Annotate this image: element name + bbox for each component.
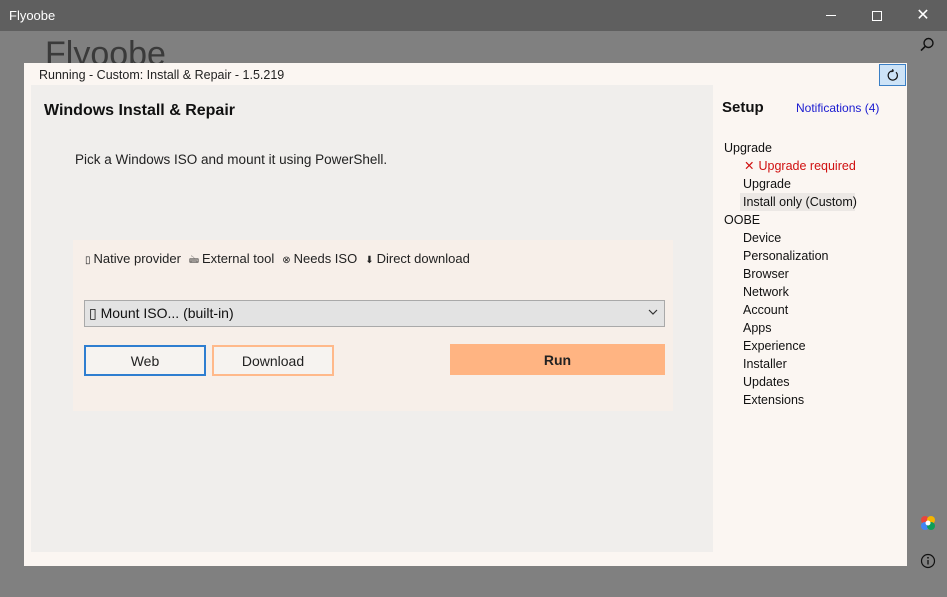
- status-text: Running - Custom: Install & Repair - 1.5…: [39, 68, 285, 82]
- window-title: Flyoobe: [9, 8, 56, 23]
- web-button[interactable]: Web: [84, 345, 206, 376]
- sidebar-item-extensions[interactable]: Extensions: [722, 391, 902, 409]
- native-provider-icon: ▯: [85, 255, 91, 266]
- notifications-link[interactable]: Notifications (4): [796, 101, 879, 115]
- close-button[interactable]: ✕: [900, 0, 946, 31]
- minimize-button[interactable]: [808, 0, 854, 31]
- close-icon: ✕: [916, 6, 930, 24]
- background-app-title: Flyoobe: [45, 35, 166, 63]
- run-button[interactable]: Run: [450, 344, 665, 375]
- legend-native: ▯ Native provider: [85, 251, 181, 266]
- sidebar-nav: Upgrade ✕ Upgrade required Upgrade Instal…: [722, 139, 902, 409]
- sidebar-group-upgrade[interactable]: Upgrade: [722, 139, 902, 157]
- sidebar-group-oobe[interactable]: OOBE: [722, 211, 902, 229]
- main-panel: Windows Install & Repair Pick a Windows …: [31, 85, 713, 552]
- legend-iso: ⊗ Needs ISO: [282, 251, 358, 266]
- palette-icon[interactable]: [919, 514, 937, 532]
- search-icon[interactable]: [918, 36, 936, 54]
- sidebar-title: Setup: [722, 99, 764, 116]
- refresh-button[interactable]: [879, 64, 906, 86]
- setup-dialog: Running - Custom: Install & Repair - 1.5…: [24, 63, 907, 566]
- sidebar-item-upgrade-required[interactable]: ✕ Upgrade required: [722, 157, 902, 175]
- tool-select[interactable]: ▯ Mount ISO... (built-in): [84, 300, 665, 327]
- sidebar-item-personalization[interactable]: Personalization: [722, 247, 902, 265]
- chevron-down-icon: [648, 309, 658, 315]
- sidebar-item-updates[interactable]: Updates: [722, 373, 902, 391]
- legend-external: 🖮 External tool: [188, 251, 275, 266]
- page-description: Pick a Windows ISO and mount it using Po…: [75, 152, 388, 167]
- sidebar-item-install-only[interactable]: Install only (Custom): [740, 193, 857, 211]
- action-card: ▯ Native provider 🖮 External tool ⊗ Needs I…: [73, 240, 673, 411]
- refresh-icon: [887, 68, 898, 81]
- page-title: Windows Install & Repair: [44, 102, 235, 119]
- tool-select-value: ▯ Mount ISO... (built-in): [89, 305, 234, 321]
- sidebar-item-upgrade[interactable]: Upgrade: [722, 175, 902, 193]
- maximize-icon: [872, 10, 882, 21]
- sidebar-item-browser[interactable]: Browser: [722, 265, 902, 283]
- info-icon[interactable]: [920, 553, 936, 569]
- minimize-icon: [826, 15, 836, 16]
- needs-iso-icon: ⊗: [282, 255, 291, 266]
- maximize-button[interactable]: [854, 0, 900, 31]
- sidebar-item-device[interactable]: Device: [722, 229, 902, 247]
- download-button[interactable]: Download: [212, 345, 334, 376]
- title-bar: Flyoobe ✕: [0, 0, 947, 31]
- legend-download: ⬇ Direct download: [365, 251, 470, 266]
- sidebar-item-installer[interactable]: Installer: [722, 355, 902, 373]
- legend: ▯ Native provider 🖮 External tool ⊗ Needs I…: [85, 251, 470, 270]
- sidebar-item-account[interactable]: Account: [722, 301, 902, 319]
- sidebar-item-apps[interactable]: Apps: [722, 319, 902, 337]
- external-tool-icon: 🖮: [188, 255, 199, 266]
- sidebar-item-network[interactable]: Network: [722, 283, 902, 301]
- direct-download-icon: ⬇: [365, 255, 374, 266]
- error-icon: ✕: [744, 159, 755, 173]
- sidebar-item-experience[interactable]: Experience: [722, 337, 902, 355]
